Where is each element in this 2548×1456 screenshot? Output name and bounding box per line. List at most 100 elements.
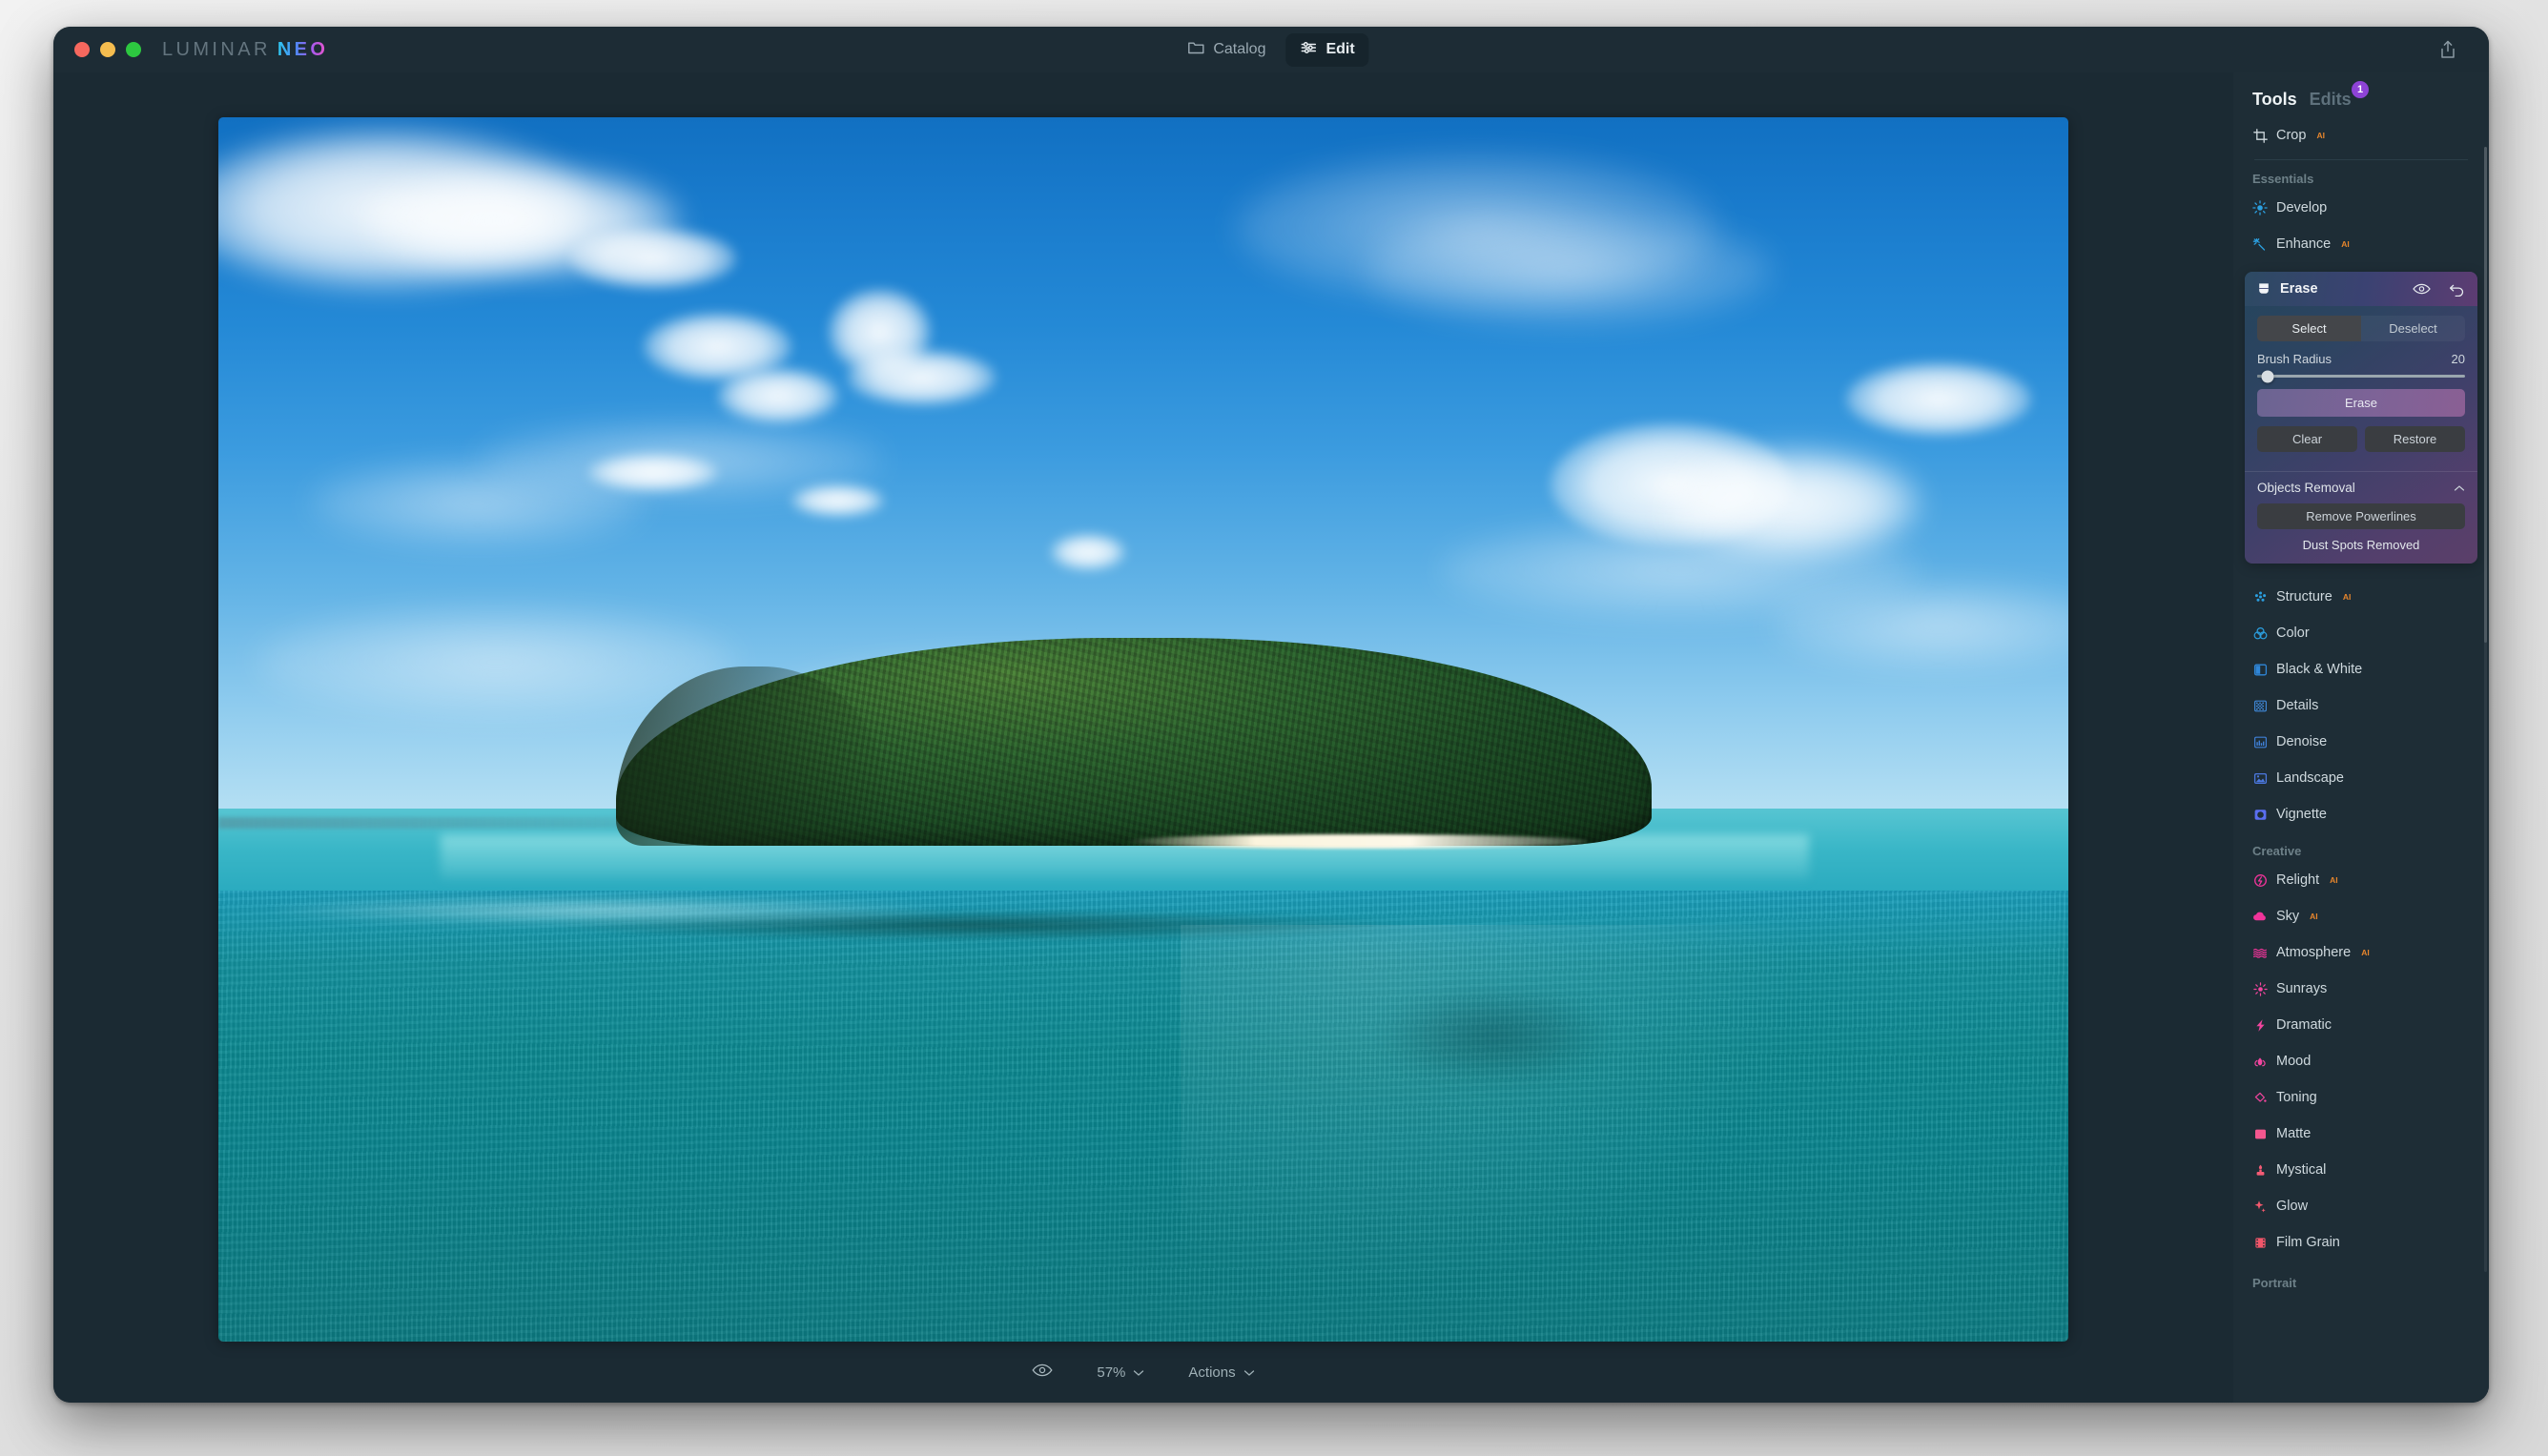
- landscape-photo-icon: [2252, 770, 2268, 786]
- sidebar-item-develop[interactable]: Develop: [2252, 190, 2470, 226]
- brush-radius-slider-thumb[interactable]: [2261, 370, 2274, 382]
- chevron-up-icon[interactable]: [2454, 481, 2465, 495]
- sidebar-item-structure[interactable]: Structure AI: [2252, 579, 2470, 615]
- sidebar-item-landscape[interactable]: Landscape: [2252, 760, 2470, 796]
- minimize-window-button[interactable]: [100, 42, 115, 57]
- sidebar-item-vignette[interactable]: Vignette: [2252, 796, 2470, 832]
- sidebar-item-sky-label: Sky: [2276, 909, 2300, 924]
- sidebar-item-relight-label: Relight: [2276, 872, 2320, 888]
- clear-restore-row: Clear Restore: [2257, 426, 2465, 452]
- brush-radius-row: Brush Radius 20: [2257, 352, 2465, 366]
- sidebar-item-dramatic[interactable]: Dramatic: [2252, 1007, 2470, 1043]
- ai-badge: AI: [2341, 239, 2350, 249]
- section-portrait: Portrait: [2252, 1276, 2297, 1290]
- actions-label: Actions: [1188, 1364, 1236, 1381]
- structure-dots-icon: [2252, 589, 2268, 605]
- sidebar-item-enhance[interactable]: Enhance AI: [2252, 226, 2470, 262]
- details-grid-icon: [2252, 698, 2268, 713]
- sidebar-item-film-grain[interactable]: Film Grain: [2252, 1224, 2470, 1261]
- sidebar-item-details[interactable]: Details: [2252, 687, 2470, 724]
- remove-powerlines-button[interactable]: Remove Powerlines: [2257, 503, 2465, 529]
- tab-edit[interactable]: Edit: [1285, 32, 1369, 67]
- erase-panel-header[interactable]: Erase: [2245, 272, 2477, 306]
- mystical-candle-icon: [2252, 1162, 2268, 1178]
- island-photograph: [218, 117, 2068, 1342]
- objects-removal-section: Objects Removal Remove Powerlines Dust S…: [2245, 472, 2477, 564]
- clear-button[interactable]: Clear: [2257, 426, 2357, 452]
- sunrays-icon: [2252, 981, 2268, 996]
- select-button[interactable]: Select: [2257, 316, 2361, 341]
- canvas-area: 57% Actions: [53, 72, 2233, 1403]
- sidebar-item-dramatic-label: Dramatic: [2276, 1017, 2332, 1033]
- sidebar-item-vignette-label: Vignette: [2276, 807, 2327, 822]
- tab-tools[interactable]: Tools: [2252, 90, 2297, 110]
- brush-radius-slider[interactable]: [2257, 370, 2465, 382]
- sidebar-item-sky[interactable]: Sky AI: [2252, 898, 2470, 934]
- brand-neo: NEO: [277, 38, 329, 60]
- app-body: 57% Actions Tools Edits 1 Crop AI Essent…: [53, 72, 2489, 1403]
- zoom-level-value: 57%: [1097, 1364, 1126, 1381]
- glow-sparkle-icon: [2252, 1199, 2268, 1214]
- eye-icon[interactable]: [2413, 280, 2431, 298]
- crop-icon: [2252, 128, 2268, 143]
- section-essentials: Essentials: [2252, 172, 2314, 186]
- sidebar-item-black-white-label: Black & White: [2276, 662, 2363, 677]
- tab-edits[interactable]: Edits: [2310, 90, 2352, 110]
- brush-radius-label: Brush Radius: [2257, 352, 2332, 366]
- sidebar-item-details-label: Details: [2276, 698, 2319, 713]
- objects-removal-header[interactable]: Objects Removal: [2257, 481, 2465, 495]
- undo-arrow-icon[interactable]: [2448, 280, 2466, 298]
- sidebar-scrollbar-thumb[interactable]: [2484, 147, 2487, 643]
- window-controls[interactable]: [74, 42, 141, 57]
- sidebar-item-denoise-label: Denoise: [2276, 734, 2328, 749]
- zoom-window-button[interactable]: [126, 42, 141, 57]
- sidebar-item-structure-label: Structure: [2276, 589, 2332, 605]
- tab-catalog[interactable]: Catalog: [1173, 33, 1280, 67]
- app-logo: LUMINAR NEO: [162, 39, 328, 61]
- sidebar-item-mood[interactable]: Mood: [2252, 1043, 2470, 1079]
- enhance-sparkle-icon: [2252, 236, 2268, 252]
- sidebar-item-crop[interactable]: Crop AI: [2252, 117, 2470, 154]
- sidebar-item-denoise[interactable]: Denoise: [2252, 724, 2470, 760]
- close-window-button[interactable]: [74, 42, 90, 57]
- black-white-icon: [2252, 662, 2268, 677]
- folder-icon: [1187, 40, 1204, 60]
- sidebar-item-atmosphere[interactable]: Atmosphere AI: [2252, 934, 2470, 971]
- sidebar-item-film-grain-label: Film Grain: [2276, 1235, 2340, 1250]
- sidebar-divider: [2254, 159, 2468, 160]
- luminar-neo-window: LUMINAR NEO Catalog Edit 57% Actions Too…: [53, 27, 2489, 1403]
- cloud-icon: [2252, 909, 2268, 924]
- sliders-icon: [1300, 40, 1317, 60]
- photo-canvas[interactable]: [218, 117, 2068, 1342]
- dust-spots-removed-label[interactable]: Dust Spots Removed: [2257, 538, 2465, 552]
- sidebar-item-black-white[interactable]: Black & White: [2252, 651, 2470, 687]
- matte-square-icon: [2252, 1126, 2268, 1141]
- eye-icon: [1032, 1364, 1053, 1381]
- chevron-down-icon: [1133, 1364, 1144, 1381]
- tools-sidebar-scroll[interactable]: Tools Edits 1 Crop AI Essentials Develop…: [2233, 72, 2489, 1403]
- sidebar-item-sunrays[interactable]: Sunrays: [2252, 971, 2470, 1007]
- sidebar-item-relight[interactable]: Relight AI: [2252, 862, 2470, 898]
- preview-toggle-button[interactable]: [1032, 1364, 1053, 1381]
- film-grain-icon: [2252, 1235, 2268, 1250]
- sidebar-item-glow[interactable]: Glow: [2252, 1188, 2470, 1224]
- sidebar-item-toning[interactable]: Toning: [2252, 1079, 2470, 1116]
- erase-button[interactable]: Erase: [2257, 389, 2465, 417]
- denoise-icon: [2252, 734, 2268, 749]
- restore-button[interactable]: Restore: [2365, 426, 2465, 452]
- zoom-level-dropdown[interactable]: 57%: [1097, 1364, 1144, 1381]
- actions-dropdown[interactable]: Actions: [1188, 1364, 1254, 1381]
- sidebar-item-sunrays-label: Sunrays: [2276, 981, 2328, 996]
- sidebar-item-develop-label: Develop: [2276, 200, 2328, 215]
- sidebar-item-mystical[interactable]: Mystical: [2252, 1152, 2470, 1188]
- sidebar-tabs: Tools Edits 1: [2252, 81, 2470, 110]
- sidebar-item-color[interactable]: Color: [2252, 615, 2470, 651]
- sidebar-item-mystical-label: Mystical: [2276, 1162, 2327, 1178]
- sidebar-item-matte[interactable]: Matte: [2252, 1116, 2470, 1152]
- erase-tool-icon: [2256, 281, 2271, 297]
- share-export-icon[interactable]: [2435, 37, 2460, 62]
- dramatic-bolt-icon: [2252, 1017, 2268, 1033]
- deselect-button[interactable]: Deselect: [2361, 316, 2465, 341]
- vignette-icon: [2252, 807, 2268, 822]
- ai-badge: AI: [2310, 912, 2318, 921]
